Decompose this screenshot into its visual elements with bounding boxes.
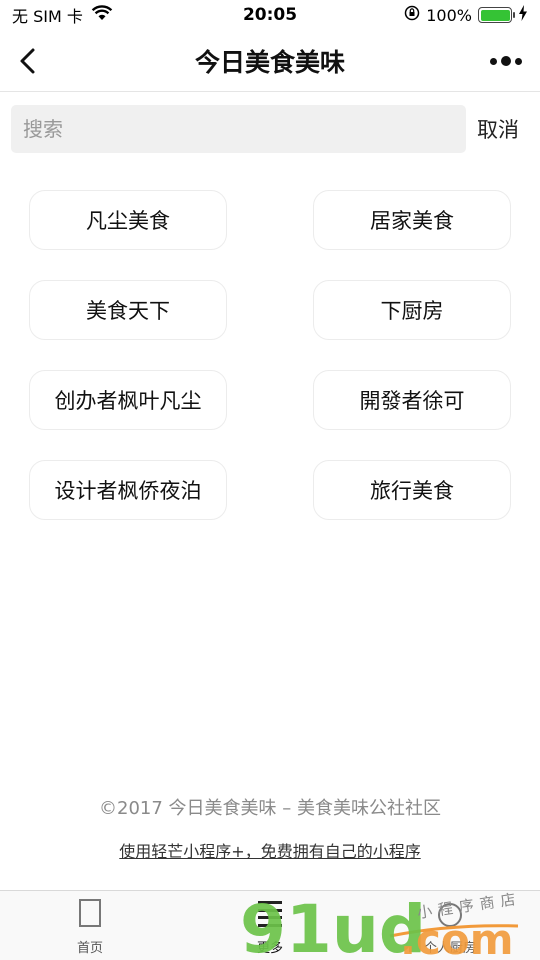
more-dots-icon-end [515,57,522,65]
footer-copyright: ©2017 今日美食美味 – 美食美味公社社区 [99,798,441,819]
more-dots-icon-center [501,56,511,66]
tag-button[interactable]: 旅行美食 [313,460,511,520]
wifi-icon [91,5,113,25]
tab-kitchen[interactable]: 个人厨房 [360,891,540,960]
battery-icon [478,7,515,23]
user-icon [438,903,462,927]
search-input[interactable] [11,105,466,153]
page-icon [79,899,101,927]
rotation-lock-icon [404,5,420,25]
tag-grid: 凡尘美食 居家美食 美食天下 下厨房 创办者枫叶凡尘 開發者徐可 设计者枫侨夜泊… [29,190,511,520]
tag-button[interactable]: 创办者枫叶凡尘 [29,370,227,430]
charging-icon [518,5,528,25]
search-row: 取消 [11,104,531,154]
tag-button[interactable]: 居家美食 [313,190,511,250]
cancel-button[interactable]: 取消 [477,114,519,144]
tab-home[interactable]: 首页 [0,891,180,960]
tag-button[interactable]: 美食天下 [29,280,227,340]
tag-button[interactable]: 凡尘美食 [29,190,227,250]
footer-link[interactable]: 使用轻芒小程序+，免费拥有自己的小程序 [119,842,420,861]
status-right: 100% [404,5,528,25]
status-left: 无 SIM 卡 [12,3,113,27]
tab-bar: 首页 更多 个人厨房 [0,890,540,960]
tab-home-label: 首页 [76,941,103,956]
more-button[interactable] [486,46,526,76]
chevron-left-icon [20,48,35,74]
tab-more[interactable]: 更多 [180,891,360,960]
battery-percent: 100% [426,5,472,25]
nav-bar: 今日美食美味 [0,30,540,92]
tab-kitchen-label: 个人厨房 [423,941,476,956]
page-title: 今日美食美味 [194,47,345,77]
footer-link-wrap: 使用轻芒小程序+，免费拥有自己的小程序 [0,838,540,862]
carrier-label: 无 SIM 卡 [12,7,83,26]
back-button[interactable] [12,44,44,78]
tag-button[interactable]: 下厨房 [313,280,511,340]
battery-fill [480,9,510,21]
tag-button[interactable]: 開發者徐可 [313,370,511,430]
more-dots-icon [490,57,497,65]
tab-more-label: 更多 [256,941,283,956]
status-bar: 无 SIM 卡 20:05 100% [0,0,540,30]
tag-button[interactable]: 设计者枫侨夜泊 [29,460,227,520]
list-icon [258,901,282,927]
